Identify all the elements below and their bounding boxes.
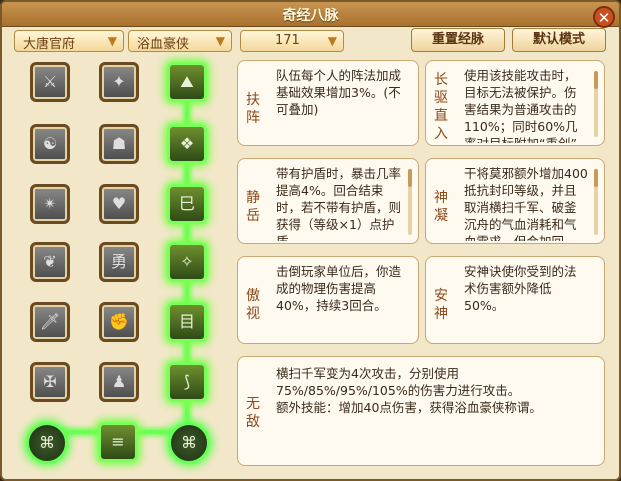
scrollbar[interactable] (408, 169, 412, 235)
default-mode-button[interactable]: 默认模式 (512, 28, 606, 52)
skill-node-active[interactable]: ≡ (98, 422, 138, 462)
skill-node-locked[interactable]: ♟ (99, 362, 139, 402)
window-title: 奇经八脉 (282, 8, 339, 24)
skill-node-active[interactable]: ⟆ (167, 362, 207, 402)
chevron-down-icon: ▼ (215, 34, 225, 48)
close-button[interactable]: ✕ (593, 6, 615, 28)
chevron-down-icon: ▼ (327, 34, 337, 48)
points-dropdown-label: 171 (275, 33, 300, 48)
panel-text: 带有护盾时，暴击几率提高4%。回合结束时，若不带有护盾，则获得（等级×1）点护盾… (276, 166, 402, 241)
skill-icon: ✊ (109, 312, 129, 331)
skill-icon: ♥ (111, 194, 127, 213)
swirl-icon: ⌘ (39, 433, 55, 452)
skill-icon: ⚔ (42, 72, 58, 91)
skill-icon: ☗ (111, 134, 127, 153)
skill-node-active[interactable]: ⛰ (167, 62, 207, 102)
skill-panel-anshen: 安神 安神诀使你受到的法术伤害额外降低50%。 (425, 256, 605, 344)
swirl-icon: ⌘ (181, 433, 197, 452)
path-dropdown-label: 浴血豪侠 (137, 37, 190, 52)
panel-title: 神凝 (434, 190, 448, 224)
skill-node-active[interactable]: 巳 (167, 184, 207, 224)
skill-icon: ❦ (43, 252, 57, 271)
skill-node-root[interactable]: ⌘ (168, 422, 210, 464)
panel-text: 安神诀使你受到的法术伤害额外降低50%。 (464, 264, 577, 313)
panel-text: 队伍每个人的阵法加成基础效果增加3%。(不可叠加) (276, 68, 402, 117)
scrollbar[interactable] (594, 169, 598, 235)
skill-icon: ⟆ (183, 372, 191, 391)
school-dropdown[interactable]: 大唐官府 ▼ (14, 30, 124, 52)
skill-panel-fuzhen: 扶阵 队伍每个人的阵法加成基础效果增加3%。(不可叠加) (237, 60, 419, 146)
skill-node-locked[interactable]: ✴ (30, 184, 70, 224)
skill-icon: 目 (178, 312, 196, 331)
skill-node-locked[interactable]: ☯ (30, 124, 70, 164)
scrollbar-thumb[interactable] (594, 71, 598, 89)
skill-node-locked[interactable]: ♥ (99, 184, 139, 224)
panel-text: 横扫千军变为4次攻击，分别使用75%/85%/95%/105%的伤害力进行攻击。… (276, 366, 542, 415)
skill-icon: 🗡 (39, 312, 61, 331)
panel-title: 静岳 (246, 190, 260, 224)
skill-node-root[interactable]: ⌘ (26, 422, 68, 464)
skill-icon: ✦ (112, 72, 126, 91)
skill-icon: ☯ (42, 134, 58, 153)
skill-icon: ♟ (111, 372, 127, 391)
skill-node-locked[interactable]: ✠ (30, 362, 70, 402)
skill-icon: ≡ (111, 432, 125, 451)
scrollbar-thumb[interactable] (594, 169, 598, 187)
skill-node-locked[interactable]: ☗ (99, 124, 139, 164)
skill-icon: 勇 (110, 252, 128, 271)
panel-text: 干将莫邪额外增加400抵抗封印等级，并且取消横扫千军、破釜沉舟的气血消耗和气血需… (464, 166, 588, 241)
reset-meridian-button[interactable]: 重置经脉 (411, 28, 505, 52)
panel-title: 安神 (434, 288, 448, 322)
skill-node-active[interactable]: ❖ (167, 124, 207, 164)
scrollbar-thumb[interactable] (408, 169, 412, 187)
skill-icon: ⛰ (180, 72, 194, 91)
skill-panel-jingyue: 静岳 带有护盾时，暴击几率提高4%。回合结束时，若不带有护盾，则获得（等级×1）… (237, 158, 419, 244)
panel-text: 击倒玩家单位后，你造成的物理伤害提高40%，持续3回合。 (276, 264, 402, 313)
skill-panel-aoshi: 傲视 击倒玩家单位后，你造成的物理伤害提高40%，持续3回合。 (237, 256, 419, 344)
skill-node-locked[interactable]: ✊ (99, 302, 139, 342)
skill-icon: ✴ (43, 194, 57, 213)
panel-title: 无敌 (246, 396, 260, 430)
skill-icon: ✧ (180, 252, 194, 271)
skill-node-locked[interactable]: 🗡 (30, 302, 70, 342)
chevron-down-icon: ▼ (107, 34, 117, 48)
skill-node-locked[interactable]: 勇 (99, 242, 139, 282)
school-dropdown-label: 大唐官府 (23, 37, 76, 52)
skill-node-active[interactable]: ✧ (167, 242, 207, 282)
skill-node-active[interactable]: 目 (167, 302, 207, 342)
close-icon: ✕ (597, 9, 611, 27)
skill-node-locked[interactable]: ✦ (99, 62, 139, 102)
skill-node-locked[interactable]: ⚔ (30, 62, 70, 102)
panel-title: 傲视 (246, 288, 260, 322)
skill-icon: 巳 (178, 194, 196, 213)
panel-text: 使用该技能攻击时，目标无法被保护。伤害结果为普通攻击的110%；同时60%几率对… (464, 68, 578, 143)
skill-icon: ✠ (43, 372, 57, 391)
skill-icon: ❖ (179, 134, 195, 153)
path-dropdown[interactable]: 浴血豪侠 ▼ (128, 30, 232, 52)
title-bar: 奇经八脉 ✕ (2, 2, 619, 28)
skill-panel-changqu: 长驱直入 使用该技能攻击时，目标无法被保护。伤害结果为普通攻击的110%；同时6… (425, 60, 605, 146)
panel-title: 长驱直入 (434, 72, 448, 142)
meridian-window: 奇经八脉 ✕ 大唐官府 ▼ 浴血豪侠 ▼ 171 ▼ 重置经脉 默认模式 ⚔ ✦… (0, 0, 621, 481)
skill-panel-shenning: 神凝 干将莫邪额外增加400抵抗封印等级，并且取消横扫千军、破釜沉舟的气血消耗和… (425, 158, 605, 244)
points-dropdown[interactable]: 171 ▼ (240, 30, 344, 52)
scrollbar[interactable] (594, 71, 598, 137)
skill-panel-wudi: 无敌 横扫千军变为4次攻击，分别使用75%/85%/95%/105%的伤害力进行… (237, 356, 605, 466)
skill-node-locked[interactable]: ❦ (30, 242, 70, 282)
panel-title: 扶阵 (246, 92, 260, 126)
